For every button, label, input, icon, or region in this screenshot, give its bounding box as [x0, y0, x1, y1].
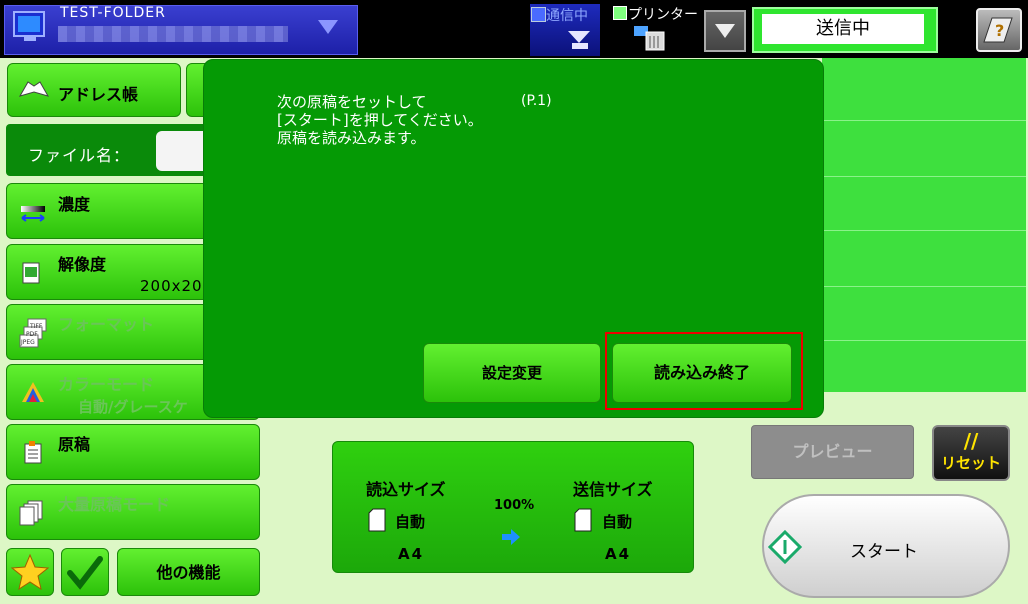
format-icon-jpeg: JPEG	[20, 339, 35, 346]
page-icon	[574, 508, 592, 532]
fax-send-icon	[566, 27, 592, 51]
density-label: 濃度	[58, 195, 91, 214]
stacked-pages-icon	[18, 500, 46, 526]
printer-status-label: プリンター	[628, 7, 698, 23]
checkmark-icon	[67, 556, 103, 590]
send-paper-size: A4	[605, 545, 632, 563]
resolution-value: 200x20	[140, 277, 203, 295]
monitor-icon	[12, 10, 50, 44]
destination-address-redacted	[58, 26, 288, 42]
help-icon: ?	[983, 17, 1013, 43]
scale-ratio: 100%	[494, 498, 535, 513]
change-settings-label: 設定変更	[481, 364, 542, 382]
help-button[interactable]: ?	[976, 8, 1022, 52]
finish-scan-label: 読み込み終了	[653, 363, 750, 382]
scan-auto: 自動	[395, 513, 426, 531]
send-size-label: 送信サイズ	[573, 480, 653, 499]
printer-job-icon[interactable]	[632, 24, 666, 52]
file-format-icon: TIFF PDF JPEG	[18, 318, 48, 348]
printer-indicator-icon	[613, 6, 627, 20]
scan-size-label: 読込サイズ	[366, 480, 446, 499]
bulk-mode-label: 大量原稿モード	[58, 495, 171, 514]
preview-button: プレビュー	[751, 425, 914, 479]
list-divider	[822, 120, 1026, 121]
chevron-down-icon	[715, 24, 735, 38]
resolution-icon	[22, 262, 40, 284]
reset-slash-icon: //	[963, 429, 979, 453]
address-list-panel	[822, 58, 1026, 392]
reset-label: リセット	[940, 454, 1001, 472]
comm-indicator-icon	[531, 7, 546, 22]
other-functions-label: 他の機能	[156, 563, 221, 582]
list-divider	[822, 286, 1026, 287]
color-mode-value: 自動/グレースケ	[78, 398, 188, 416]
file-name-label: ファイル名：	[28, 146, 131, 165]
finish-scan-button[interactable]: 読み込み終了	[612, 343, 792, 403]
star-icon	[10, 553, 50, 591]
density-icon	[20, 204, 46, 224]
color-mode-label: カラーモード	[58, 375, 155, 394]
destination-title: TEST-FOLDER	[60, 5, 166, 21]
book-icon	[18, 80, 50, 100]
format-icon-tiff: TIFF	[29, 323, 43, 330]
dialog-message: 次の原稿をセットして [スタート]を押してください。 原稿を読み込みます。	[277, 93, 483, 147]
format-label: フォーマット	[58, 315, 155, 334]
original-button[interactable]	[6, 424, 260, 480]
reset-button[interactable]: // リセット	[932, 425, 1010, 481]
address-book-label: アドレス帳	[58, 85, 139, 104]
format-icon-pdf: PDF	[26, 331, 38, 338]
page-icon	[368, 508, 386, 532]
list-divider	[822, 176, 1026, 177]
dropdown-arrow-icon	[318, 20, 338, 34]
confirm-button[interactable]	[61, 548, 109, 596]
color-mode-icon	[20, 380, 46, 404]
start-diamond-icon	[767, 529, 803, 565]
list-divider	[822, 230, 1026, 231]
comm-status-label: 通信中	[546, 8, 588, 24]
scan-paper-size: A4	[398, 545, 425, 563]
list-divider	[822, 340, 1026, 341]
arrow-right-icon	[501, 528, 521, 546]
other-functions-button[interactable]: 他の機能	[117, 548, 260, 596]
send-auto: 自動	[602, 513, 633, 531]
change-settings-button[interactable]: 設定変更	[423, 343, 601, 403]
resolution-label: 解像度	[58, 255, 107, 274]
favorite-button[interactable]	[6, 548, 54, 596]
original-label: 原稿	[58, 435, 91, 454]
original-doc-icon	[24, 440, 42, 464]
page-indicator: (P.1)	[521, 93, 552, 109]
status-dropdown-button[interactable]	[704, 10, 746, 52]
preview-label: プレビュー	[792, 442, 873, 461]
svg-text:?: ?	[995, 21, 1004, 40]
start-label: スタート	[850, 542, 918, 562]
job-status-text: 送信中	[762, 14, 924, 44]
